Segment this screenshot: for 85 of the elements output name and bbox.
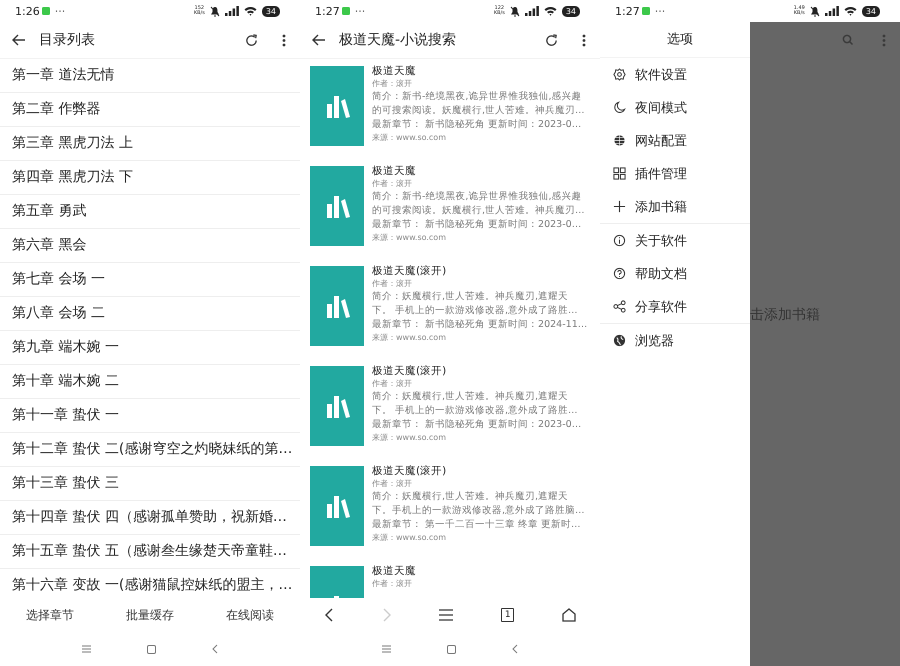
book-title: 极道天魔(滚开) — [372, 464, 448, 478]
status-more: ··· — [354, 4, 366, 18]
book-title: 极道天魔 — [372, 64, 417, 78]
bell-muted-icon — [510, 6, 520, 16]
wifi-icon — [844, 6, 857, 16]
book-source: 来源：www.so.com — [372, 132, 447, 144]
book-title: 极道天魔(滚开) — [372, 264, 448, 278]
moon-icon — [613, 101, 626, 114]
action-button[interactable]: 批量缓存 — [120, 602, 180, 628]
status-more: ··· — [654, 4, 666, 18]
book-intro: 简介：新书-绝境黑夜,诡异世界惟我独仙,感兴趣 的可搜索阅读。妖魔横行,世人苦难。神兵魔刃… — [372, 90, 585, 118]
book-author: 作者：滚开 — [372, 478, 413, 490]
drawer-item[interactable]: 浏览器 — [600, 324, 750, 357]
bell-muted-icon — [810, 6, 820, 16]
signal-icon — [824, 6, 839, 16]
screen-title: 极道天魔-小说搜索 — [339, 31, 456, 49]
more-icon[interactable] — [282, 34, 286, 46]
action-button[interactable]: 在线阅读 — [220, 602, 280, 628]
book-cover[interactable] — [310, 166, 364, 246]
info-icon — [613, 234, 626, 247]
book-cover[interactable] — [310, 266, 364, 346]
bell-muted-icon — [210, 6, 220, 16]
book-author: 作者：滚开 — [372, 578, 413, 590]
drawer-item[interactable]: 网站配置 — [600, 124, 750, 157]
wifi-icon — [544, 6, 557, 16]
signal-icon — [224, 6, 239, 16]
drawer-item[interactable]: 帮助文档 — [600, 257, 750, 290]
battery-indicator: 34 — [262, 6, 280, 16]
notification-icon — [342, 7, 350, 15]
book-intro: 简介：妖魔横行,世人苦难。神兵魔刃,遮耀天 下。手机上的一款游戏修改器,意外成了路胜脑… — [372, 490, 585, 518]
book-source: 来源：www.so.com — [372, 332, 447, 344]
gear-icon — [613, 68, 626, 81]
book-author: 作者：滚开 — [372, 378, 413, 390]
grid-icon — [613, 167, 626, 180]
notification-icon — [42, 7, 50, 15]
back-icon[interactable] — [324, 608, 334, 622]
book-source: 来源：www.so.com — [372, 232, 447, 244]
book-cover[interactable] — [310, 366, 364, 446]
book-intro: 简介：新书-绝境黑夜,诡异世界惟我独仙,感兴趣 的可搜索阅读。妖魔横行,世人苦难。神兵魔刃… — [372, 190, 585, 218]
book-cover[interactable] — [310, 66, 364, 146]
status-time: 1:27 — [315, 4, 340, 18]
book-author: 作者：滚开 — [372, 178, 413, 190]
wifi-icon — [244, 6, 257, 16]
book-title: 极道天魔(滚开) — [372, 364, 448, 378]
status-more: ··· — [54, 4, 66, 18]
drawer-item[interactable]: 夜间模式 — [600, 91, 750, 124]
refresh-icon[interactable] — [245, 34, 258, 46]
back-arrow-icon[interactable] — [12, 34, 26, 46]
status-time: 1:27 — [615, 4, 640, 18]
drawer-item[interactable]: 关于软件 — [600, 224, 750, 257]
battery-indicator: 34 — [562, 6, 580, 16]
drawer-item[interactable]: 插件管理 — [600, 157, 750, 190]
share-icon — [613, 300, 626, 313]
refresh-icon[interactable] — [545, 34, 558, 46]
status-time: 1:26 — [15, 4, 40, 18]
book-author: 作者：滚开 — [372, 78, 413, 90]
more-icon[interactable] — [582, 34, 586, 46]
action-button[interactable]: 选择章节 — [20, 602, 80, 628]
book-source: 来源：www.so.com — [372, 532, 447, 544]
battery-indicator: 34 — [862, 6, 880, 16]
question-icon — [613, 267, 626, 280]
latest-chapter: 最新章节： 新书隐秘死角 更新时间：2023-0… — [372, 218, 582, 232]
latest-chapter: 最新章节： 新书隐秘死角 更新时间：2024-11… — [372, 318, 588, 332]
latest-chapter: 最新章节： 新书隐秘死角 更新时间：2023-0… — [372, 118, 582, 132]
drawer-item[interactable]: 软件设置 — [600, 58, 750, 91]
book-intro: 简介：妖魔横行,世人苦难。神兵魔刃,遮耀天 下。 手机上的一款游戏修改器,意外成了路胜… — [372, 290, 579, 318]
book-title: 极道天魔 — [372, 164, 417, 178]
latest-chapter: 最新章节： 第一千二百一十三章 终章 更新时… — [372, 518, 582, 532]
latest-chapter: 最新章节： 新书隐秘死角 更新时间：2023-0… — [372, 418, 582, 432]
signal-icon — [524, 6, 539, 16]
book-title: 极道天魔 — [372, 564, 416, 578]
screen-title: 目录列表 — [39, 31, 95, 49]
back-arrow-icon[interactable] — [312, 34, 326, 46]
tabs-button[interactable]: 1 — [501, 608, 514, 622]
book-cover[interactable] — [310, 466, 364, 546]
book-source: 来源：www.so.com — [372, 432, 447, 444]
globe2-icon — [613, 334, 626, 347]
book-intro: 简介：妖魔横行,世人苦难。神兵魔刃,遮耀天 下。 手机上的一款游戏修改器,意外成了路胜… — [372, 390, 579, 418]
home-icon[interactable] — [562, 608, 576, 622]
chapter-item[interactable]: 第一章 道法无情 — [0, 59, 300, 93]
plus-icon — [613, 200, 626, 213]
globe-icon — [613, 134, 626, 147]
menu-icon[interactable] — [439, 609, 454, 621]
book-author: 作者：滚开 — [372, 278, 413, 290]
notification-icon — [642, 7, 650, 15]
